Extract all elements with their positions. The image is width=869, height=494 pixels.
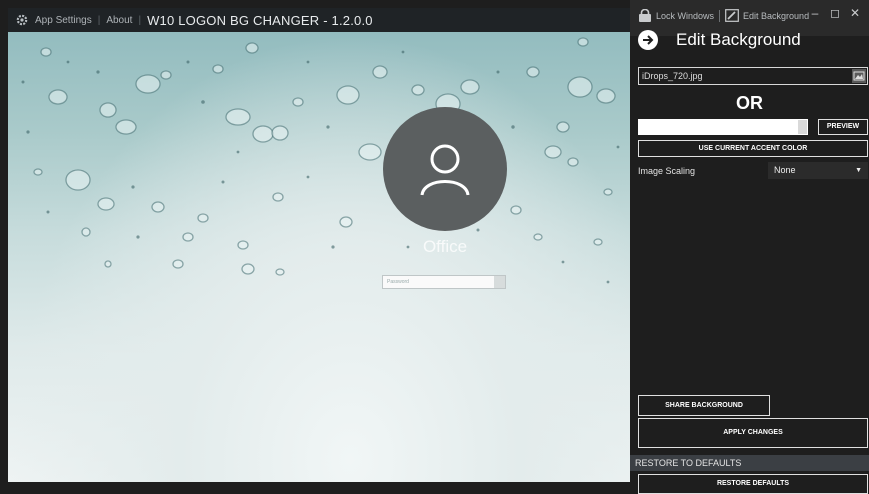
logon-preview: Office Password: [8, 32, 630, 482]
user-name: Office: [422, 237, 468, 256]
lock-icon[interactable]: [638, 9, 652, 22]
edit-title: Edit Background: [676, 30, 801, 49]
share-background-button[interactable]: SHARE BACKGROUND: [638, 395, 770, 416]
color-picker-field[interactable]: [638, 119, 808, 135]
image-scaling-select[interactable]: None ▼: [768, 162, 868, 179]
about-link[interactable]: About: [106, 15, 132, 26]
password-placeholder: Password: [387, 279, 409, 285]
file-name-value: iDrops_720.jpg: [642, 71, 703, 81]
divider: [719, 9, 721, 22]
or-label: OR: [736, 93, 763, 113]
separator: |: [138, 14, 142, 26]
maximize-button[interactable]: ◻: [825, 6, 845, 20]
user-icon: [420, 144, 470, 196]
edit-panel: Lock Windows Edit Background – ◻ ✕ Edit …: [630, 0, 869, 494]
restore-defaults-button[interactable]: RESTORE DEFAULTS: [638, 474, 868, 494]
edit-background-tab[interactable]: Edit Background: [743, 11, 809, 21]
water-drops-background: [21, 37, 620, 284]
gear-icon[interactable]: [12, 10, 32, 30]
background-file-field[interactable]: iDrops_720.jpg: [638, 67, 868, 85]
app-title: W10 LOGON BG CHANGER - 1.2.0.0: [147, 12, 373, 28]
arrow-right-icon[interactable]: [638, 30, 658, 50]
image-scaling-label: Image Scaling: [638, 166, 696, 176]
preview-button[interactable]: PREVIEW: [818, 119, 868, 135]
close-button[interactable]: ✕: [845, 6, 865, 20]
image-scaling-value: None: [774, 165, 796, 175]
apply-changes-button[interactable]: APPLY CHANGES: [638, 418, 868, 448]
edit-header: Edit Background: [638, 30, 801, 50]
restore-section-header: RESTORE TO DEFAULTS: [630, 455, 869, 471]
password-input: Password: [382, 275, 506, 289]
separator: |: [97, 14, 101, 26]
use-accent-color-button[interactable]: USE CURRENT ACCENT COLOR: [638, 140, 868, 157]
chevron-down-icon: ▼: [855, 167, 862, 174]
user-avatar: [383, 107, 507, 231]
edit-icon[interactable]: [725, 9, 739, 22]
submit-arrow-icon: [494, 276, 505, 288]
chevron-down-icon[interactable]: [798, 120, 807, 134]
title-bar: App Settings | About | W10 LOGON BG CHAN…: [8, 8, 630, 32]
app-settings-link[interactable]: App Settings: [35, 15, 92, 26]
lock-windows-button[interactable]: Lock Windows: [656, 11, 714, 21]
window-controls: – ◻ ✕: [805, 6, 865, 20]
minimize-button[interactable]: –: [805, 6, 825, 20]
image-browse-icon[interactable]: [852, 69, 866, 83]
